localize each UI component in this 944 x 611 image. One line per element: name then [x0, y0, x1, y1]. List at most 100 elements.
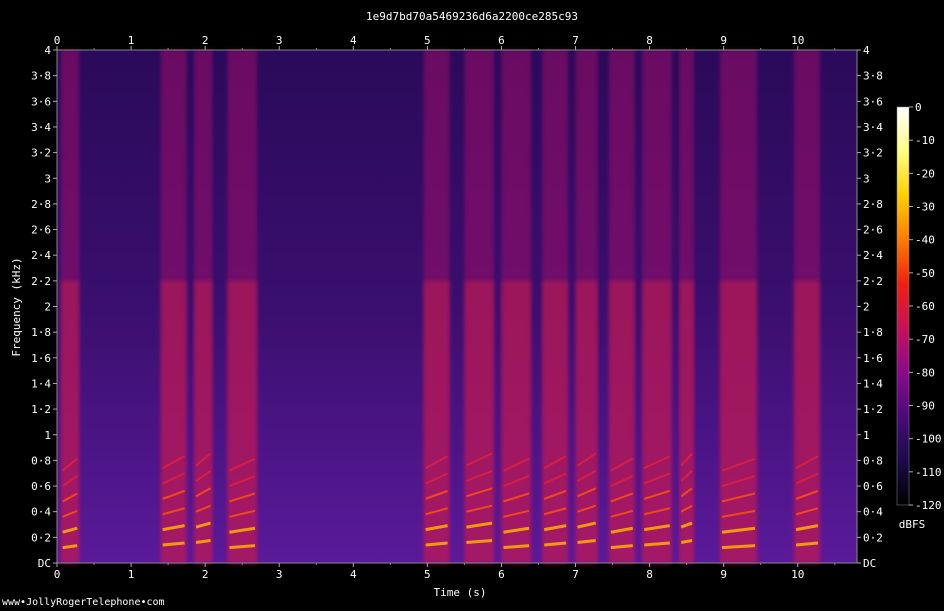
x-tick-label-top: 4	[350, 34, 357, 47]
y-ticks-left: DC 0·2 0·4 0·6 0·8 1 1·2 1·4 1·6 1·8 2 2·2 2·4 2·6 2·8…	[31, 44, 57, 570]
speech-segment-low	[719, 280, 757, 563]
y-tick-label-right: 0·8	[863, 454, 883, 467]
x-tick-label-top: 1	[128, 34, 135, 47]
y-tick-label-left: 2	[44, 301, 51, 314]
x-tick-label-bottom: 0	[54, 568, 61, 581]
y-tick-label-left: 1	[44, 429, 51, 442]
speech-segment-low	[608, 280, 635, 563]
harmonic-band	[425, 541, 448, 547]
y-tick-label-right: 0·4	[863, 506, 883, 519]
y-tick-label-left: 2·4	[31, 249, 51, 262]
y-tick-label-left: 2·2	[31, 275, 51, 288]
colorbar-tick-label: -120	[915, 499, 942, 512]
colorbar-tick-label: -80	[915, 366, 935, 379]
y-tick-label-left: 0·2	[31, 531, 51, 544]
x-tick-label-bottom: 7	[572, 568, 579, 581]
y-tick-label-right: 2	[863, 301, 870, 314]
y-tick-label-left: 1·6	[31, 352, 51, 365]
x-ticks-bottom: 0 1 2 3 4 5 6 7 8 9 10	[54, 563, 836, 581]
speech-segment-low	[794, 280, 820, 563]
harmonic-band	[577, 538, 596, 544]
colorbar-tick-label: -70	[915, 333, 935, 346]
y-tick-label-left: 2·8	[31, 198, 51, 211]
y-tick-label-right: 2·8	[863, 198, 883, 211]
y-tick-label-right: 1	[863, 429, 870, 442]
x-tick-label-bottom: 9	[720, 568, 727, 581]
y-tick-label-right: 2·4	[863, 249, 883, 262]
harmonic-band	[229, 544, 256, 550]
y-tick-label-left: 0·8	[31, 454, 51, 467]
x-tick-label-bottom: 4	[350, 568, 357, 581]
x-tick-label-top: 3	[276, 34, 283, 47]
x-tick-label-top: 2	[202, 34, 209, 47]
y-tick-label-right: 2·2	[863, 275, 883, 288]
y-tick-label-right: 3·8	[863, 70, 883, 83]
harmonic-band	[680, 539, 693, 544]
y-tick-label-left: 1·2	[31, 403, 51, 416]
x-tick-label-bottom: 8	[646, 568, 653, 581]
x-axis-label: Time (s)	[434, 586, 487, 599]
y-tick-label-right: DC	[863, 557, 876, 570]
speech-segment-low	[501, 280, 532, 563]
harmonic-band	[466, 538, 493, 544]
y-tick-label-left: 4	[44, 44, 51, 57]
y-tick-label-right: 1·8	[863, 326, 883, 339]
harmonic-band	[721, 544, 756, 550]
colorbar-ticks: 0 -10 -20 -30 -40 -50 -60 -70 -80 -90 -100 -110 -120	[909, 101, 942, 512]
x-tick-label-bottom: 6	[498, 568, 505, 581]
y-tick-label-left: 0·6	[31, 480, 51, 493]
colorbar-label: dBFS	[899, 518, 926, 531]
speech-segment-low	[679, 280, 695, 563]
harmonic-band	[62, 544, 78, 550]
y-tick-label-right: 1·2	[863, 403, 883, 416]
y-tick-label-right: 0·6	[863, 480, 883, 493]
y-tick-label-left: DC	[38, 557, 51, 570]
colorbar-tick-label: -50	[915, 267, 935, 280]
speech-segment-low	[194, 280, 213, 563]
colorbar-tick-label: 0	[915, 101, 922, 114]
colorbar-tick-label: -20	[915, 167, 935, 180]
colorbar-tick-label: -90	[915, 400, 935, 413]
y-tick-label-right: 4	[863, 44, 870, 57]
speech-segment-low	[575, 280, 598, 563]
x-tick-label-bottom: 5	[424, 568, 431, 581]
y-tick-label-right: 3	[863, 172, 870, 185]
y-tick-label-right: 3·2	[863, 147, 883, 160]
speech-segment-low	[542, 280, 569, 563]
colorbar-tick-label: -40	[915, 234, 935, 247]
y-axis-label: Frequency (kHz)	[10, 257, 23, 356]
x-tick-label-top: 8	[646, 34, 653, 47]
y-tick-label-left: 3·2	[31, 147, 51, 160]
colorbar-scale	[896, 106, 910, 506]
colorbar-tick-label: -30	[915, 201, 935, 214]
speech-segment-low	[60, 280, 80, 563]
x-tick-label-top: 7	[572, 34, 579, 47]
y-tick-label-left: 1·8	[31, 326, 51, 339]
speech-segment-low	[642, 280, 672, 563]
colorbar-tick-label: -10	[915, 134, 935, 147]
y-tick-label-right: 2·6	[863, 224, 883, 237]
x-tick-label-top: 5	[424, 34, 431, 47]
colorbar-tick-label: -100	[915, 433, 942, 446]
y-tick-label-left: 2·6	[31, 224, 51, 237]
y-tick-label-right: 3·6	[863, 95, 883, 108]
harmonic-band	[544, 541, 567, 547]
y-tick-label-right: 1·6	[863, 352, 883, 365]
speech-segment-low	[160, 280, 187, 563]
plot-area	[56, 49, 858, 564]
x-tick-label-bottom: 2	[202, 568, 209, 581]
colorbar: 0 -10 -20 -30 -40 -50 -60 -70 -80 -90 -100 -110 -120…	[896, 101, 942, 531]
y-tick-label-right: 3·4	[863, 121, 883, 134]
x-tick-label-top: 9	[720, 34, 727, 47]
y-tick-label-left: 1·4	[31, 377, 51, 390]
x-ticks-top: 0 1 2 3 4 5 6 7 8 9 10	[54, 34, 836, 50]
x-tick-label-top: 0	[54, 34, 61, 47]
y-tick-label-left: 3·4	[31, 121, 51, 134]
speech-segment-low	[423, 280, 450, 563]
y-tick-label-left: 0·4	[31, 506, 51, 519]
harmonic-band	[795, 541, 819, 547]
spectrogram-chart: 1e9d7bd70a5469236d6a2200ce285c93 0 1 2 3 4 5 6…	[10, 10, 942, 599]
y-tick-label-left: 3	[44, 172, 51, 185]
y-tick-label-left: 3·6	[31, 95, 51, 108]
y-ticks-right: DC 0·2 0·4 0·6 0·8 1 1·2 1·4 1·6 1·8 2 2·2 2·4 2·6 2·8…	[857, 44, 883, 570]
